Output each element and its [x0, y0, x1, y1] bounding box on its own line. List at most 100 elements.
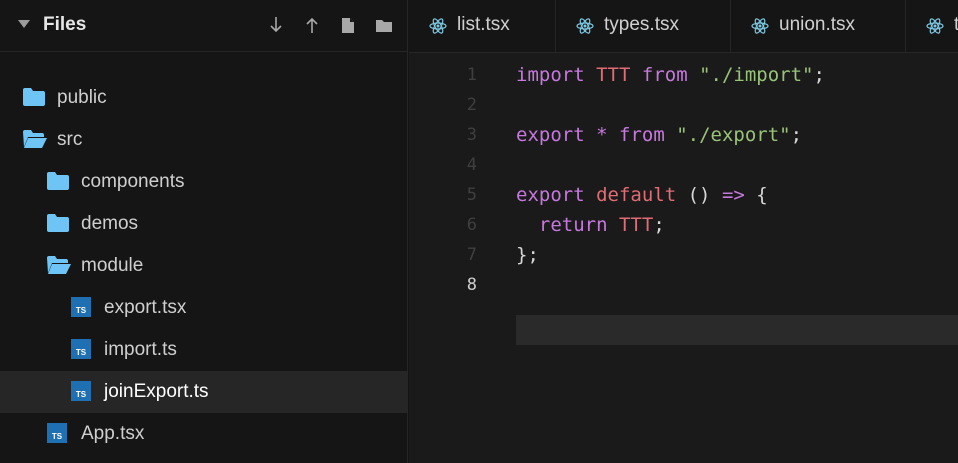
- tree-item-joinexport-ts[interactable]: TS joinExport.ts: [0, 371, 407, 413]
- code-line[interactable]: 5 export default () => {: [409, 180, 958, 210]
- line-source: };: [516, 244, 539, 266]
- code-token: export: [516, 184, 585, 206]
- line-source: export default () => {: [516, 184, 768, 206]
- tab-union-tsx[interactable]: union.tsx: [731, 0, 906, 52]
- typescript-file-icon: TS: [71, 297, 91, 323]
- code-token: TTT: [596, 64, 631, 86]
- upload-icon[interactable]: [303, 14, 321, 36]
- file-tree: public src components demos module TS ex…: [0, 77, 407, 455]
- svg-text:TS: TS: [76, 306, 87, 315]
- line-number: 8: [466, 275, 477, 295]
- new-file-icon[interactable]: [339, 14, 357, 36]
- explorer-title: Files: [43, 14, 87, 35]
- line-number: 5: [466, 185, 477, 205]
- new-folder-icon[interactable]: [375, 14, 393, 36]
- code-token: {: [744, 184, 768, 206]
- code-line[interactable]: 2: [409, 90, 958, 120]
- code-token: (): [676, 184, 722, 206]
- tab-types-tsx[interactable]: types.tsx: [556, 0, 731, 52]
- line-source: return TTT;: [516, 214, 665, 236]
- file-explorer: Files public src components demos module…: [0, 0, 408, 463]
- typescript-file-icon: TS: [47, 423, 67, 449]
- svg-text:TS: TS: [76, 390, 87, 399]
- code-token: ;: [653, 214, 665, 236]
- tab-list-tsx[interactable]: list.tsx: [409, 0, 556, 52]
- code-token: default: [596, 184, 677, 206]
- code-token: };: [516, 244, 539, 266]
- folder-icon: [22, 87, 46, 113]
- code-area[interactable]: 1 import TTT from "./import"; 2 3 export * f…: [409, 52, 958, 463]
- code-line[interactable]: 3 export * from "./export";: [409, 120, 958, 150]
- tree-item-label: export.tsx: [104, 297, 187, 318]
- code-editor: list.tsx types.tsx union.tsx t 1 import T…: [409, 0, 958, 463]
- tree-item-import-ts[interactable]: TS import.ts: [0, 329, 407, 371]
- current-line-highlight: [516, 315, 958, 345]
- code-token: import: [516, 64, 585, 86]
- react-icon: [751, 17, 769, 40]
- tree-item-label: demos: [81, 213, 139, 234]
- tree-item-export-tsx[interactable]: TS export.tsx: [0, 287, 407, 329]
- folder-open-icon: [46, 255, 72, 281]
- tree-item-label: joinExport.ts: [104, 381, 209, 402]
- tab-label: union.tsx: [779, 14, 856, 35]
- tree-item-label: module: [81, 255, 144, 276]
- code-token: return: [538, 214, 608, 236]
- tree-item-demos[interactable]: demos: [0, 203, 407, 245]
- code-token: TTT: [618, 214, 654, 236]
- tab-truncated[interactable]: t: [906, 0, 958, 52]
- tab-label: t: [954, 14, 958, 36]
- explorer-actions: [267, 14, 393, 36]
- svg-text:TS: TS: [52, 432, 63, 441]
- tree-item-label: components: [81, 171, 185, 192]
- tree-item-public[interactable]: public: [0, 77, 407, 119]
- code-token: *: [596, 124, 608, 146]
- code-token: from: [619, 124, 665, 146]
- line-number: 4: [466, 155, 477, 175]
- code-token: export: [516, 124, 585, 146]
- tree-item-app-tsx[interactable]: TS App.tsx: [0, 413, 407, 455]
- download-icon[interactable]: [267, 14, 285, 36]
- code-line[interactable]: 4: [409, 150, 958, 180]
- react-icon: [576, 17, 594, 40]
- code-token: from: [641, 64, 688, 86]
- line-number: 6: [466, 215, 477, 235]
- code-token: "./export": [676, 124, 791, 146]
- code-line[interactable]: 8: [409, 270, 958, 300]
- collapse-triangle-icon[interactable]: [18, 20, 30, 28]
- code-token: =>: [721, 184, 745, 206]
- folder-icon: [46, 213, 70, 239]
- line-number: 2: [466, 95, 477, 115]
- folder-open-icon: [22, 129, 48, 155]
- code-line[interactable]: 6 return TTT;: [409, 210, 958, 240]
- tree-item-label: src: [57, 129, 83, 150]
- tree-item-module[interactable]: module: [0, 245, 407, 287]
- code-line[interactable]: 7};: [409, 240, 958, 270]
- typescript-file-icon: TS: [71, 339, 91, 365]
- line-source: import TTT from "./import";: [516, 64, 825, 86]
- line-number: 3: [466, 125, 477, 145]
- react-icon: [429, 17, 447, 40]
- line-number: 1: [466, 65, 477, 85]
- tree-item-label: import.ts: [104, 339, 177, 360]
- react-icon: [926, 17, 944, 40]
- code-token: ;: [813, 64, 825, 86]
- tree-item-label: App.tsx: [81, 423, 145, 444]
- editor-tabs: list.tsx types.tsx union.tsx t: [409, 0, 958, 53]
- tree-item-components[interactable]: components: [0, 161, 407, 203]
- tab-label: list.tsx: [457, 14, 510, 35]
- code-token: "./import": [699, 64, 814, 86]
- tree-item-src[interactable]: src: [0, 119, 407, 161]
- code-token: ;: [790, 124, 803, 146]
- line-source: export * from "./export";: [516, 124, 802, 146]
- code-line[interactable]: 1 import TTT from "./import";: [409, 60, 958, 90]
- explorer-header: Files: [0, 0, 407, 52]
